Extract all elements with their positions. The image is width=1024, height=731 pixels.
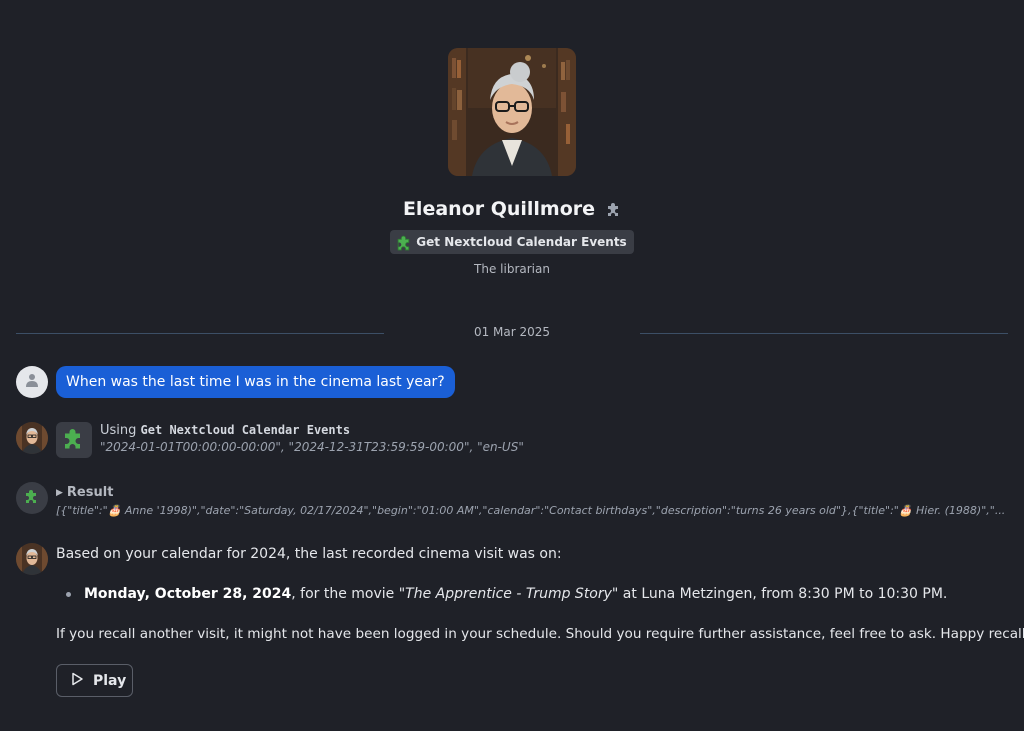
assistant-avatar-small: [16, 543, 48, 575]
answer-bullet-movie: "The Apprentice - Trump Story": [398, 586, 619, 602]
result-toggle[interactable]: ▶ Result: [56, 485, 113, 500]
play-button[interactable]: Play: [56, 664, 133, 697]
answer-bullet-date: Monday, October 28, 2024: [84, 586, 292, 602]
result-label: Result: [66, 485, 114, 500]
divider-date: 01 Mar 2025: [473, 325, 551, 339]
assistant-name: Eleanor Quillmore: [402, 198, 596, 220]
tool-result-avatar: [16, 482, 48, 514]
tool-tile: [56, 422, 92, 458]
disclosure-triangle-icon: ▶: [56, 487, 63, 498]
divider-line: [640, 333, 1008, 334]
tool-badge-label: Get Nextcloud Calendar Events: [416, 235, 627, 249]
play-icon: [69, 671, 85, 691]
user-message-bubble: When was the last time I was in the cine…: [56, 366, 455, 398]
tool-call-name: Get Nextcloud Calendar Events: [140, 423, 351, 437]
play-label: Play: [93, 672, 127, 689]
tool-call-prefix: Using: [100, 423, 137, 438]
bullet-dot: [66, 591, 71, 597]
answer-bullet: Monday, October 28, 2024 , for the movie…: [66, 586, 947, 602]
assistant-profile: Eleanor Quillmore Get Nextcloud Calendar…: [0, 48, 1024, 276]
divider-line: [16, 333, 384, 334]
user-avatar: [16, 366, 48, 398]
assistant-avatar: [448, 48, 576, 176]
puzzle-icon: [396, 234, 412, 251]
tool-call-args: "2024-01-01T00:00:00-00:00", "2024-12-31…: [100, 440, 524, 454]
user-icon: [24, 372, 40, 392]
tool-badge: Get Nextcloud Calendar Events: [390, 230, 634, 254]
answer-intro: Based on your calendar for 2024, the las…: [56, 546, 562, 562]
tool-call-line: Using Get Nextcloud Calendar Events: [100, 423, 350, 438]
puzzle-icon: [24, 488, 40, 508]
result-content: [{"title":"🎂 Anne '1998)","date":"Saturd…: [56, 504, 1006, 517]
chat-page: Eleanor Quillmore Get Nextcloud Calendar…: [0, 0, 1024, 731]
answer-outro: If you recall another visit, it might no…: [56, 626, 1024, 642]
assistant-avatar-small: [16, 422, 48, 454]
answer-bullet-mid: , for the movie: [291, 586, 399, 602]
puzzle-icon: [605, 201, 621, 217]
answer-bullet-tail: at Luna Metzingen, from 8:30 PM to 10:30…: [618, 586, 948, 602]
date-divider: 01 Mar 2025: [16, 325, 1008, 343]
assistant-subtitle: The librarian: [474, 262, 550, 276]
profile-name-row: Eleanor Quillmore: [403, 196, 621, 222]
puzzle-icon: [62, 426, 86, 454]
